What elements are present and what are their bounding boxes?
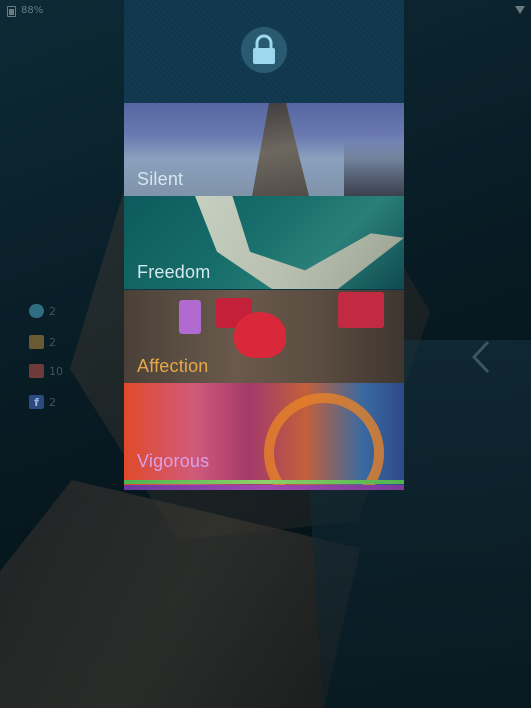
facebook-icon: f	[29, 395, 44, 409]
notification-count: 10	[49, 364, 63, 378]
notification-chat[interactable]: 2	[29, 302, 56, 320]
tile-image	[344, 141, 404, 196]
lock-header	[124, 0, 404, 103]
notification-count: 2	[49, 304, 56, 318]
ambience-freedom[interactable]: Freedom	[124, 196, 404, 289]
tile-image	[124, 485, 404, 490]
notification-count: 2	[49, 335, 56, 349]
chat-icon	[29, 304, 44, 318]
tile-image	[252, 103, 309, 196]
notification-count: 2	[49, 395, 56, 409]
ambience-panel: Silent Freedom Affection Vigorous	[124, 0, 404, 490]
chevron-right-icon[interactable]	[470, 340, 492, 374]
ambience-label: Freedom	[137, 262, 211, 282]
tile-image	[124, 480, 404, 484]
battery-icon	[7, 6, 16, 17]
ambience-label: Silent	[137, 169, 184, 189]
lock-icon	[253, 34, 275, 64]
signal-icon	[515, 6, 525, 14]
tile-image	[179, 300, 201, 334]
tile-image	[338, 292, 384, 328]
calendar-icon	[29, 364, 44, 378]
notification-mail[interactable]: 2	[29, 333, 56, 351]
notification-facebook[interactable]: f 2	[29, 393, 56, 411]
ambience-silent[interactable]: Silent	[124, 103, 404, 196]
ambience-affection[interactable]: Affection	[124, 290, 404, 383]
tile-image	[234, 312, 286, 358]
mail-icon	[29, 335, 44, 349]
lock-button[interactable]	[241, 27, 287, 73]
notification-calendar[interactable]: 10	[29, 362, 63, 380]
ambience-label: Vigorous	[137, 451, 210, 471]
lock-screen: 88% 2 2 10 f 2 Silent Freedom Affection …	[0, 0, 531, 708]
tile-image	[264, 393, 384, 490]
battery-level: 88%	[21, 5, 44, 16]
ambience-label: Affection	[137, 356, 209, 376]
ambience-vigorous[interactable]: Vigorous	[124, 383, 404, 490]
tile-image	[195, 196, 404, 289]
